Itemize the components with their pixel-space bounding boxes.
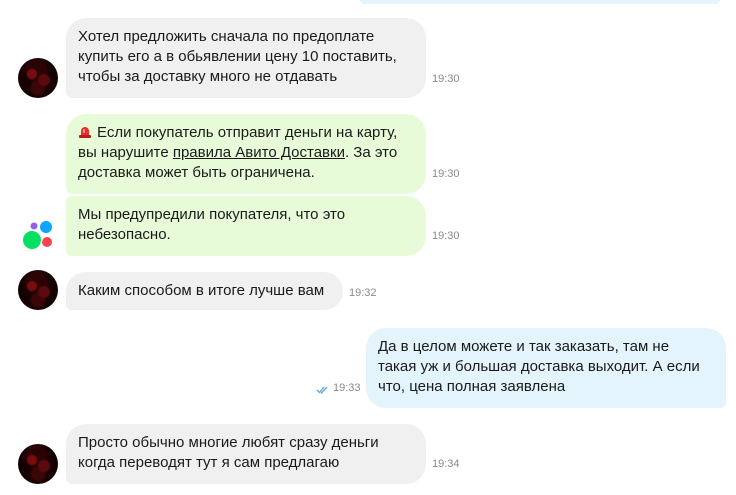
incoming-message-bubble: Просто обычно многие любят сразу деньги …: [66, 424, 426, 484]
warning-text: вы нарушите: [78, 144, 173, 161]
message-line: Хотел предложить сначала по предоплате: [78, 28, 375, 45]
incoming-message-bubble: Хотел предложить сначала по предоплате к…: [66, 18, 426, 98]
message-line: купить его а в обьявлении цену 10 постав…: [78, 48, 397, 65]
message-line: небезопасно.: [78, 226, 171, 243]
contact-avatar[interactable]: [18, 58, 58, 98]
previous-outgoing-bubble-edge: [360, 0, 720, 4]
system-notice-bubble: Мы предупредили покупателя, что это небе…: [66, 196, 426, 256]
message-time: 19:33: [333, 382, 361, 394]
message-time: 19:34: [432, 458, 460, 470]
message-line: Мы предупредили покупателя, что это: [78, 206, 346, 223]
warning-text: . За это: [344, 144, 398, 161]
message-time: 19:30: [432, 168, 460, 180]
chat-view: Хотел предложить сначала по предоплате к…: [0, 0, 736, 495]
double-check-icon: [316, 382, 330, 394]
avito-logo-icon: [23, 221, 52, 249]
message-line: Да в целом можете и так заказать, там не: [378, 338, 670, 355]
system-warning-bubble: Если покупатель отправит деньги на карту…: [66, 114, 426, 194]
message-time: 19:30: [432, 230, 460, 242]
message-time: 19:32: [349, 287, 377, 299]
incoming-message-bubble: Каким способом в итоге лучше вам: [66, 272, 343, 310]
contact-avatar[interactable]: [18, 270, 58, 310]
message-line: вы нарушите правила Авито Доставки. За э…: [78, 143, 414, 163]
contact-avatar[interactable]: [18, 444, 58, 484]
delivery-rules-link[interactable]: правила Авито Доставки: [173, 144, 345, 161]
outgoing-message-bubble: Да в целом можете и так заказать, там не…: [366, 328, 726, 408]
message-line: что, цена полная заявлена: [378, 378, 566, 395]
message-line: чтобы за доставку много не отдавать: [78, 68, 338, 85]
alarm-light-icon: [78, 124, 92, 138]
avito-avatar: [18, 216, 58, 256]
message-line: доставка может быть ограничена.: [78, 164, 315, 181]
message-line: Просто обычно многие любят сразу деньги: [78, 434, 379, 451]
message-time: 19:30: [432, 73, 460, 85]
warning-text: Если покупатель отправит деньги на карту…: [97, 124, 398, 141]
message-line: такая уж и большая доставка выходит. А е…: [378, 358, 700, 375]
message-line: когда переводят тут я сам предлагаю: [78, 454, 340, 471]
message-line: Если покупатель отправит деньги на карту…: [78, 123, 414, 143]
message-line: Каким способом в итоге лучше вам: [78, 282, 325, 299]
